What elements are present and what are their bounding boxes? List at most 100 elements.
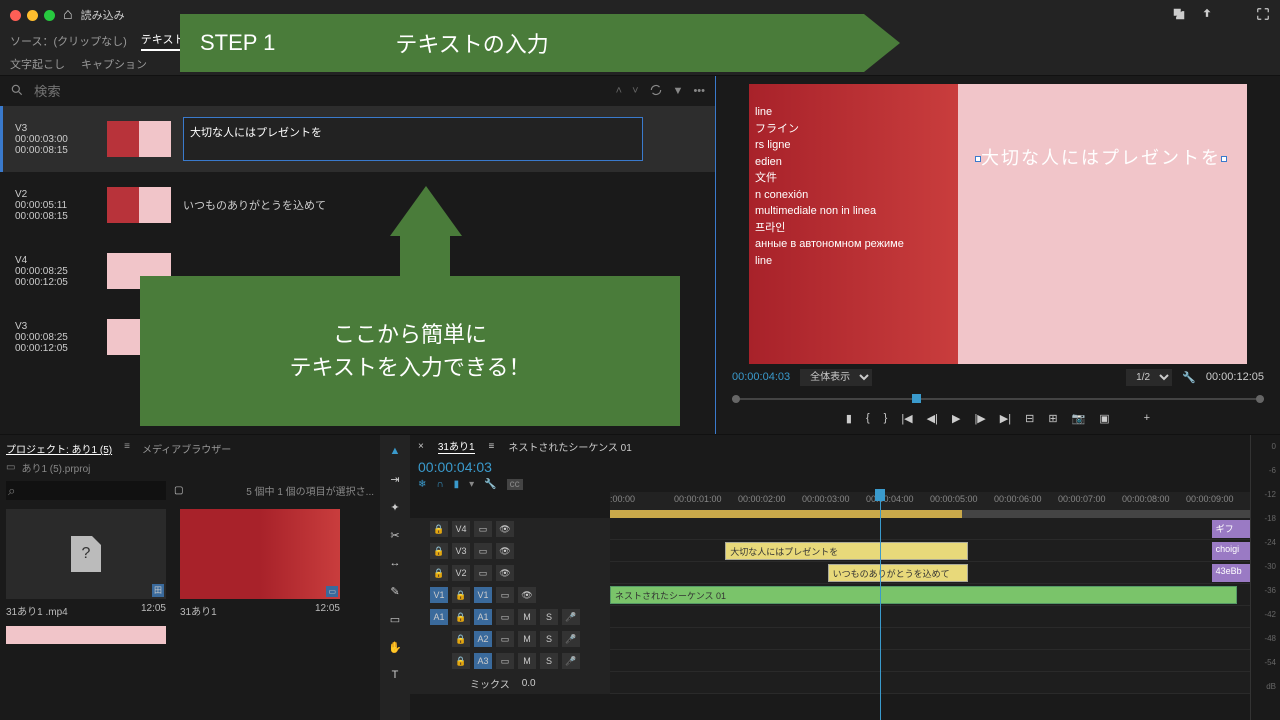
tab-project[interactable]: プロジェクト: あり1 (5) bbox=[6, 441, 112, 456]
subtab-transcribe[interactable]: 文字起こし bbox=[10, 56, 65, 72]
playhead-icon[interactable] bbox=[912, 394, 921, 403]
lock-icon[interactable]: 🔒 bbox=[430, 565, 448, 581]
caption-text-input[interactable]: 大切な人にはプレゼントを bbox=[183, 117, 643, 161]
out-point-icon[interactable]: } bbox=[884, 412, 888, 425]
sync-icon[interactable]: ▭ bbox=[496, 631, 514, 647]
mute-icon[interactable]: M bbox=[518, 653, 536, 669]
mic-icon[interactable]: 🎤 bbox=[562, 609, 580, 625]
lock-icon[interactable]: 🔒 bbox=[452, 609, 470, 625]
bin-icon[interactable]: ▭ bbox=[6, 462, 15, 473]
tab-source[interactable]: ソース：(クリップなし) bbox=[10, 33, 127, 49]
folder-icon[interactable]: ▢ bbox=[174, 485, 183, 496]
sync-icon[interactable]: ▭ bbox=[474, 565, 492, 581]
monitor-scrubber[interactable] bbox=[732, 392, 1264, 406]
track-select-tool-icon[interactable]: ⇥ bbox=[385, 469, 405, 489]
cc-icon[interactable]: cc bbox=[507, 479, 523, 490]
eye-icon[interactable]: 👁 bbox=[496, 543, 514, 559]
search-input[interactable] bbox=[34, 84, 606, 99]
comparison-icon[interactable]: ▣ bbox=[1099, 412, 1109, 425]
search-icon[interactable] bbox=[10, 83, 24, 100]
pen-tool-icon[interactable]: ✎ bbox=[385, 581, 405, 601]
step-fwd-icon[interactable]: |▶ bbox=[974, 412, 985, 425]
clip[interactable]: ネストされたシーケンス 01 bbox=[610, 586, 1237, 604]
text-overlay-selected[interactable]: 大切な人にはプレゼントを bbox=[975, 144, 1227, 170]
track-name[interactable]: V3 bbox=[452, 543, 470, 559]
minimize-icon[interactable] bbox=[27, 10, 38, 21]
sync-icon[interactable]: ▭ bbox=[496, 609, 514, 625]
playhead-line[interactable] bbox=[880, 489, 881, 720]
tab-text[interactable]: テキスト bbox=[141, 31, 185, 51]
work-area-bar[interactable] bbox=[610, 510, 1250, 518]
sequence-tab[interactable]: 31あり1 bbox=[438, 438, 475, 454]
workspace-icon[interactable] bbox=[1228, 7, 1242, 24]
sync-icon[interactable]: ▭ bbox=[474, 543, 492, 559]
snap-icon[interactable]: ❄ bbox=[418, 479, 426, 490]
bin-item[interactable]: ▭ 31あり112:05 bbox=[180, 509, 340, 644]
home-icon[interactable]: ⌂ bbox=[63, 6, 73, 24]
caption-row[interactable]: V200:00:05:1100:00:08:15 いつものありがとうを込めて bbox=[0, 172, 715, 238]
step-back-icon[interactable]: ◀| bbox=[927, 412, 938, 425]
slip-tool-icon[interactable]: ↔ bbox=[385, 553, 405, 573]
more-icon[interactable]: ••• bbox=[693, 85, 705, 97]
sequence-tab[interactable]: ネストされたシーケンス 01 bbox=[508, 439, 631, 454]
project-search[interactable] bbox=[6, 481, 166, 500]
add-button-icon[interactable]: + bbox=[1144, 412, 1150, 425]
source-patch[interactable]: V1 bbox=[430, 587, 448, 603]
track-name[interactable]: A2 bbox=[474, 631, 492, 647]
import-label[interactable]: 読み込み bbox=[81, 7, 125, 23]
goto-in-icon[interactable]: |◀ bbox=[901, 412, 912, 425]
eye-icon[interactable]: 👁 bbox=[518, 587, 536, 603]
lock-icon[interactable]: 🔒 bbox=[430, 521, 448, 537]
source-patch[interactable]: A1 bbox=[430, 609, 448, 625]
play-icon[interactable]: ▶ bbox=[952, 412, 960, 425]
timeline-ruler[interactable]: :00:00 00:00:01:00 00:00:02:00 00:00:03:… bbox=[610, 492, 1250, 510]
lock-icon[interactable]: 🔒 bbox=[452, 587, 470, 603]
resolution-select[interactable]: 1/2 bbox=[1126, 369, 1172, 386]
bin-item[interactable]: ?田 31あり1 .mp412:05 bbox=[6, 509, 166, 644]
rectangle-tool-icon[interactable]: ▭ bbox=[385, 609, 405, 629]
caption-row[interactable]: V300:00:03:0000:00:08:15 大切な人にはプレゼントを bbox=[0, 106, 715, 172]
selection-tool-icon[interactable]: ▲ bbox=[385, 441, 405, 461]
close-icon[interactable] bbox=[10, 10, 21, 21]
track-name[interactable]: V1 bbox=[474, 587, 492, 603]
program-monitor[interactable]: lineフラインrs ligneedien文件n conexiónmultime… bbox=[749, 84, 1247, 364]
track-name[interactable]: V2 bbox=[452, 565, 470, 581]
extract-icon[interactable]: ⊞ bbox=[1048, 412, 1057, 425]
zoom-fit-select[interactable]: 全体表示 bbox=[800, 369, 872, 386]
fullscreen-icon[interactable] bbox=[1256, 7, 1270, 24]
mic-icon[interactable]: 🎤 bbox=[562, 653, 580, 669]
track-name[interactable]: A1 bbox=[474, 609, 492, 625]
refresh-icon[interactable] bbox=[649, 83, 663, 100]
subtab-caption[interactable]: キャプション bbox=[81, 56, 147, 72]
track-name[interactable]: V4 bbox=[452, 521, 470, 537]
quick-export-icon[interactable] bbox=[1172, 7, 1186, 24]
track-name[interactable]: A3 bbox=[474, 653, 492, 669]
lock-icon[interactable]: 🔒 bbox=[452, 631, 470, 647]
razor-tool-icon[interactable]: ✂ bbox=[385, 525, 405, 545]
clip[interactable]: ギフ bbox=[1212, 520, 1252, 538]
clip[interactable]: いつものありがとうを込めて bbox=[828, 564, 969, 582]
solo-icon[interactable]: S bbox=[540, 609, 558, 625]
share-icon[interactable] bbox=[1200, 7, 1214, 24]
ripple-tool-icon[interactable]: ✦ bbox=[385, 497, 405, 517]
solo-icon[interactable]: S bbox=[540, 631, 558, 647]
lift-icon[interactable]: ⊟ bbox=[1025, 412, 1034, 425]
settings-icon[interactable]: ▾ bbox=[469, 479, 474, 490]
eye-icon[interactable]: 👁 bbox=[496, 565, 514, 581]
goto-out-icon[interactable]: ▶| bbox=[1000, 412, 1011, 425]
sync-icon[interactable]: ▭ bbox=[496, 587, 514, 603]
mic-icon[interactable]: 🎤 bbox=[562, 631, 580, 647]
mute-icon[interactable]: M bbox=[518, 631, 536, 647]
wrench-icon[interactable]: 🔧 bbox=[484, 479, 496, 490]
mix-value[interactable]: 0.0 bbox=[522, 678, 536, 689]
marker-icon[interactable]: ▮ bbox=[846, 412, 852, 425]
lock-icon[interactable]: 🔒 bbox=[452, 653, 470, 669]
settings-icon[interactable]: 🔧 bbox=[1182, 371, 1196, 384]
mute-icon[interactable]: M bbox=[518, 609, 536, 625]
lock-icon[interactable]: 🔒 bbox=[430, 543, 448, 559]
window-controls[interactable] bbox=[10, 10, 55, 21]
clip[interactable]: 大切な人にはプレゼントを bbox=[725, 542, 968, 560]
monitor-time[interactable]: 00:00:04:03 bbox=[732, 371, 790, 383]
maximize-icon[interactable] bbox=[44, 10, 55, 21]
timeline-timecode[interactable]: 00:00:04:03 bbox=[410, 457, 1250, 477]
